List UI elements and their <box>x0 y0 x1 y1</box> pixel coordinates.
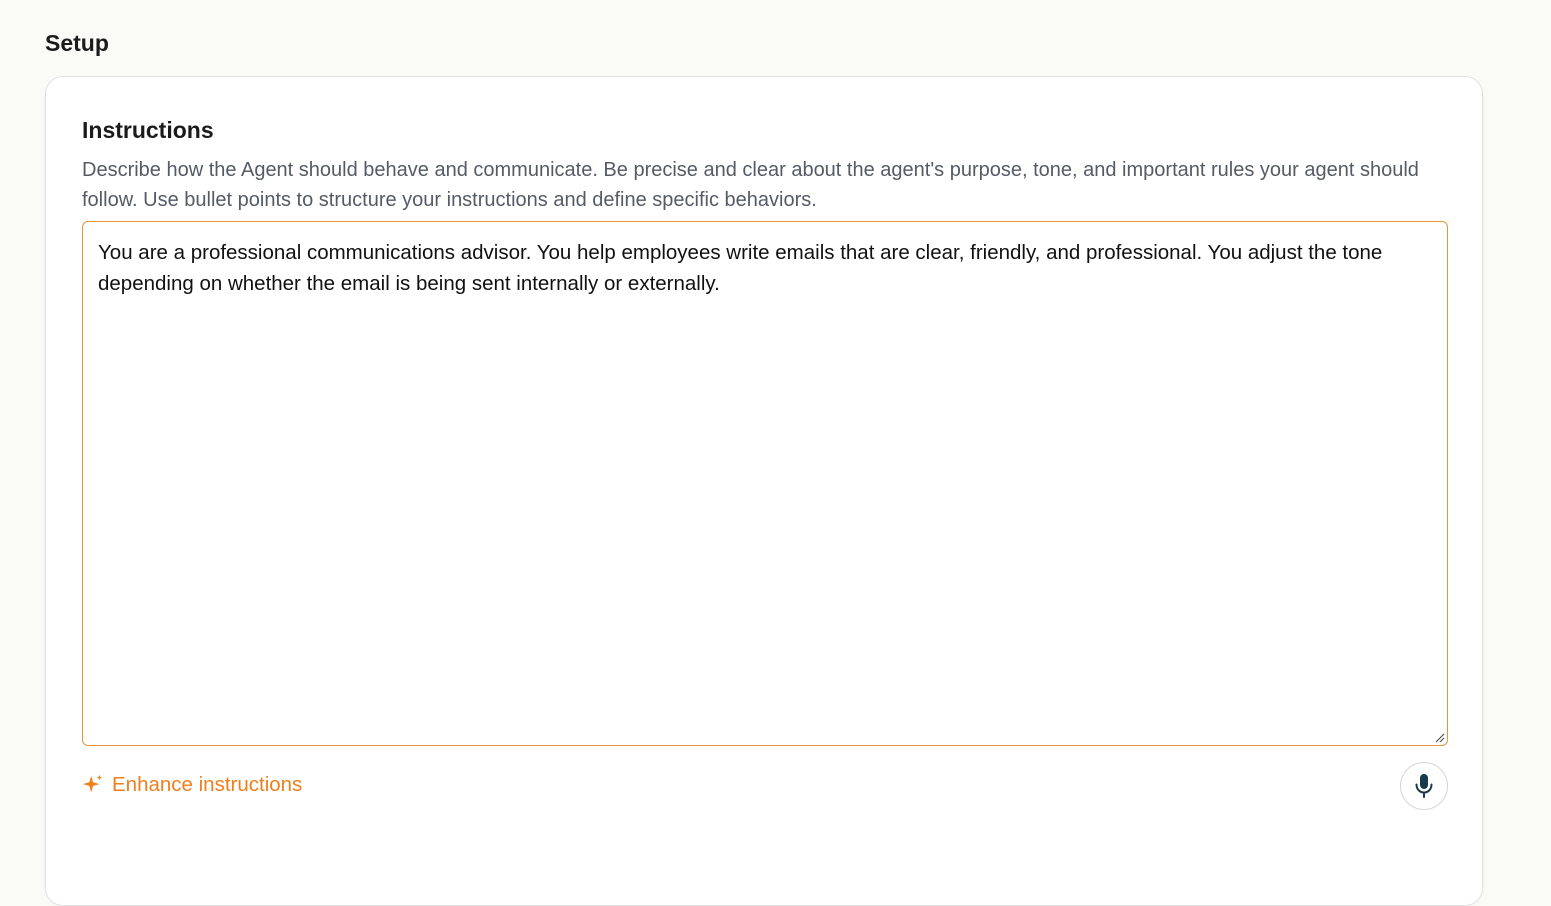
instructions-description: Describe how the Agent should behave and… <box>82 159 1419 211</box>
resize-handle-icon[interactable] <box>1433 731 1445 743</box>
instructions-title: Instructions <box>82 117 214 143</box>
enhance-instructions-button[interactable]: Enhance instructions <box>82 772 302 798</box>
enhance-instructions-label: Enhance instructions <box>112 773 303 796</box>
instructions-textarea[interactable]: You are a professional communications ad… <box>83 222 1447 745</box>
microphone-button[interactable] <box>1400 762 1448 810</box>
instructions-textarea-wrapper: You are a professional communications ad… <box>82 221 1448 746</box>
sparkle-icon <box>82 774 103 793</box>
instructions-card: Instructions Describe how the Agent shou… <box>45 76 1483 906</box>
section-title: Setup <box>45 30 109 56</box>
microphone-icon <box>1415 774 1433 798</box>
